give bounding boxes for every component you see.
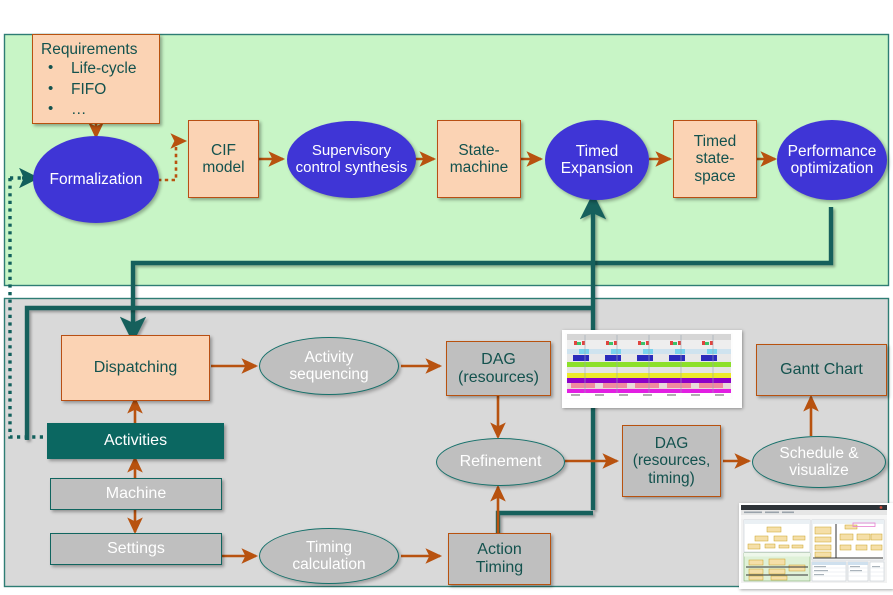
node-settings[interactable]: Settings [50,533,222,565]
node-label: State- machine [449,141,509,176]
node-schedule-visualize[interactable]: Schedule & visualize [752,436,886,488]
node-label: DAG (resources, timing) [632,434,711,487]
node-formalization[interactable]: Formalization [33,136,159,223]
node-supervisory-control-synthesis[interactable]: Supervisory control synthesis [287,121,416,198]
node-label: Refinement [459,453,542,471]
node-timed-state-space[interactable]: Timed state- space [673,120,757,198]
node-refinement[interactable]: Refinement [436,438,565,486]
node-state-machine[interactable]: State- machine [437,120,521,198]
node-label: DAG (resources) [458,350,539,386]
node-label: Schedule & visualize [779,444,859,479]
node-label: Gantt Chart [780,361,863,379]
node-cif-model[interactable]: CIF model [188,120,259,198]
node-label: Settings [107,540,165,558]
requirements-list: Life-cycle FIFO … [41,58,151,120]
diagram-canvas: Requirements Life-cycle FIFO … Formaliza… [0,0,893,595]
node-label: Machine [105,485,167,503]
node-label: Formalization [49,170,143,188]
requirements-title: Requirements [41,41,138,58]
node-gantt-chart[interactable]: Gantt Chart [756,344,887,396]
node-activity-sequencing[interactable]: Activity sequencing [259,337,399,395]
node-label: Timed state- space [693,132,737,185]
node-activities[interactable]: Activities [47,423,224,459]
node-action-timing[interactable]: Action Timing [448,533,551,585]
node-label: Performance optimization [787,142,877,177]
node-dispatching[interactable]: Dispatching [61,335,210,401]
requirements-box: Requirements Life-cycle FIFO … [32,34,160,124]
node-timed-expansion[interactable]: Timed Expansion [545,120,649,200]
node-timing-calculation[interactable]: Timing calculation [259,528,399,584]
node-label: Action Timing [475,541,524,576]
node-label: Activities [103,432,168,450]
node-label: CIF model [202,141,245,176]
requirements-item: FIFO [41,79,151,100]
node-label: Timing calculation [292,538,366,573]
node-machine[interactable]: Machine [50,478,222,510]
node-dag-resources-timing[interactable]: DAG (resources, timing) [622,425,721,497]
node-dag-resources[interactable]: DAG (resources) [446,341,551,396]
tooling-screenshot-thumbnail[interactable] [739,503,893,589]
node-label: Activity sequencing [289,348,369,383]
requirements-item: … [41,99,151,120]
node-label: Timed Expansion [560,142,634,177]
node-performance-optimization[interactable]: Performance optimization [777,120,887,200]
gantt-chart-thumbnail[interactable] [562,330,742,408]
node-label: Supervisory control synthesis [295,141,408,176]
requirements-item: Life-cycle [41,58,151,79]
node-label: Dispatching [93,359,178,377]
